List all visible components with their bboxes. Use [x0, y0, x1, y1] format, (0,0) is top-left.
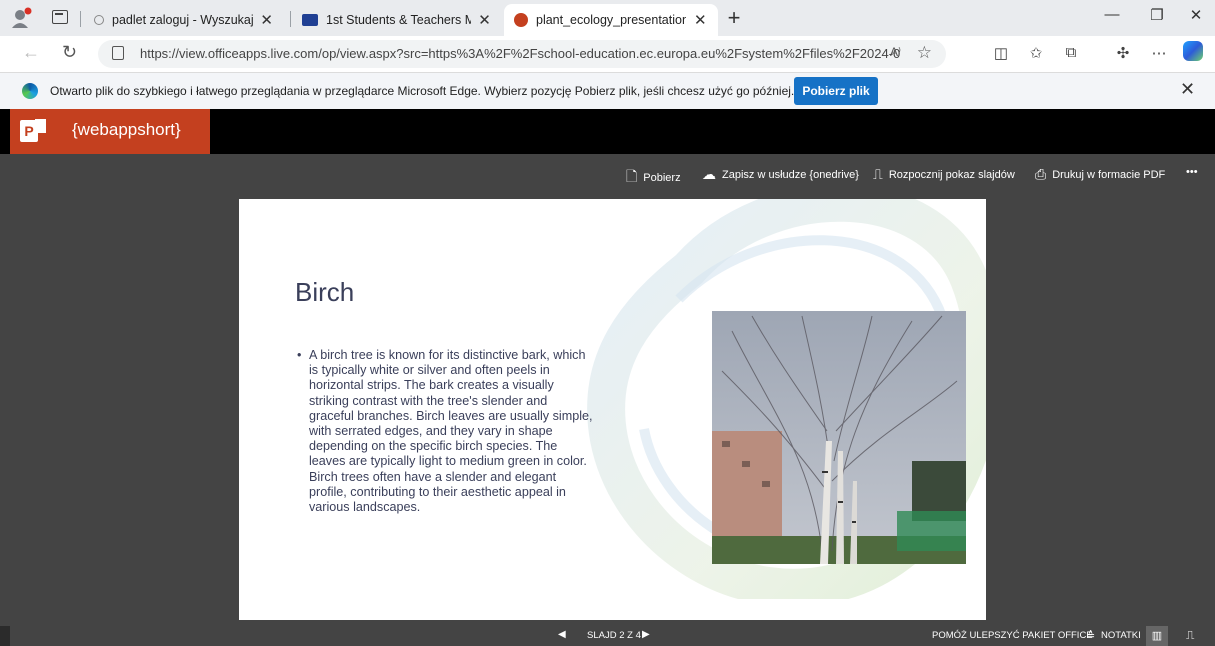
- tab-meeting[interactable]: 1st Students & Teachers Meeting ✕: [292, 4, 502, 36]
- close-info-bar-icon[interactable]: ✕: [1180, 79, 1195, 100]
- download-button[interactable]: 🗋 Pobierz: [626, 166, 681, 190]
- powerpoint-icon: [514, 13, 528, 27]
- info-message: Otwarto plik do szybkiego i łatwego prze…: [50, 84, 795, 98]
- save-onedrive-button[interactable]: ☁ Zapisz w usłudze {onedrive}: [702, 166, 859, 183]
- viewer-status-bar: ◀ SLAJD 2 Z 4 ▶ POMÓŻ ULEPSZYĆ PAKIET OF…: [10, 626, 1215, 646]
- viewer-toolbar: 🗋 Pobierz ☁ Zapisz w usłudze {onedrive} …: [0, 154, 1215, 192]
- tab-presentation[interactable]: plant_ecology_presentation_zsp ✕: [504, 4, 718, 36]
- tab-padlet[interactable]: padlet zaloguj - Wyszukaj ✕: [84, 4, 284, 36]
- slideshow-button[interactable]: ⎍ Rozpocznij pokaz slajdów: [873, 166, 1015, 183]
- restore-icon[interactable]: ❐: [1137, 6, 1177, 24]
- back-icon[interactable]: ←: [22, 42, 40, 63]
- browser-tab-strip: padlet zaloguj - Wyszukaj ✕ 1st Students…: [0, 0, 1215, 36]
- tab-separator: [80, 11, 81, 27]
- extensions-icon[interactable]: ✣: [1112, 44, 1134, 62]
- new-tab-button[interactable]: +: [720, 5, 748, 31]
- refresh-icon[interactable]: ↻: [62, 42, 77, 63]
- previous-slide-icon[interactable]: ◀: [558, 629, 566, 640]
- tab-actions-icon[interactable]: [52, 10, 68, 24]
- birch-tree-photo: [712, 311, 966, 564]
- app-name: {webappshort}: [72, 120, 181, 139]
- close-tab-icon[interactable]: ✕: [259, 11, 274, 29]
- site-info-icon[interactable]: [112, 46, 124, 60]
- edge-info-bar: Otwarto plik do szybkiego i łatwego prze…: [0, 72, 1215, 109]
- tab-title: 1st Students & Teachers Meeting: [326, 13, 472, 27]
- slide: Birch • A birch tree is known for its di…: [239, 199, 986, 620]
- more-icon[interactable]: ⋯: [1148, 44, 1170, 62]
- slideshow-view-icon[interactable]: ⎍: [1186, 628, 1194, 643]
- slide-counter: SLAJD 2 Z 4: [587, 630, 641, 641]
- minimize-icon[interactable]: —: [1092, 6, 1132, 23]
- edge-logo-icon: [22, 83, 38, 99]
- printer-icon: ⎙: [1035, 166, 1047, 182]
- slide-title: Birch: [295, 277, 355, 307]
- save-onedrive-label: Zapisz w usłudze {onedrive}: [722, 168, 859, 181]
- read-aloud-icon[interactable]: A⁾: [890, 45, 901, 59]
- notes-button[interactable]: NOTATKI: [1101, 630, 1141, 641]
- app-brand: P {webappshort}: [10, 109, 210, 154]
- close-tab-icon[interactable]: ✕: [692, 11, 708, 29]
- split-screen-icon[interactable]: ◫: [990, 44, 1012, 62]
- powerpoint-logo-icon: P: [20, 117, 48, 145]
- bullet-text: A birch tree is known for its distinctiv…: [309, 348, 593, 515]
- search-icon: [94, 15, 104, 25]
- collections-icon[interactable]: ⧉: [1060, 44, 1082, 61]
- copilot-icon[interactable]: [1183, 41, 1203, 61]
- favorites-icon[interactable]: ✩: [1025, 44, 1047, 62]
- print-pdf-label: Drukuj w formacie PDF: [1052, 168, 1166, 181]
- favorite-star-icon[interactable]: ☆: [917, 43, 932, 63]
- cloud-icon: ☁: [702, 166, 716, 182]
- slideshow-label: Rozpocznij pokaz slajdów: [888, 168, 1015, 181]
- more-options-button[interactable]: •••: [1186, 166, 1198, 178]
- close-window-icon[interactable]: ✕: [1176, 6, 1215, 24]
- download-file-button[interactable]: Pobierz plik: [794, 77, 878, 105]
- tab-title: plant_ecology_presentation_zsp: [536, 13, 687, 27]
- presentation-icon: ⎍: [873, 166, 883, 182]
- help-improve-office-link[interactable]: POMÓŻ ULEPSZYĆ PAKIET OFFICE: [932, 630, 1093, 641]
- download-file-icon: 🗋: [626, 168, 638, 184]
- slide-bullet-text: • A birch tree is known for its distinct…: [297, 348, 593, 515]
- download-label: Pobierz: [643, 172, 681, 184]
- reading-view-icon[interactable]: ▥: [1146, 626, 1168, 646]
- address-bar-row: ← ↻ https://view.officeapps.live.com/op/…: [0, 36, 1215, 72]
- bullet-dot: •: [297, 348, 302, 362]
- address-bar[interactable]: https://view.officeapps.live.com/op/view…: [98, 40, 946, 68]
- next-slide-icon[interactable]: ▶: [642, 629, 650, 640]
- url-text[interactable]: https://view.officeapps.live.com/op/view…: [140, 46, 900, 61]
- print-pdf-button[interactable]: ⎙ Drukuj w formacie PDF: [1035, 166, 1165, 183]
- office-header: P {webappshort}: [0, 109, 1215, 154]
- tab-separator: [290, 11, 291, 27]
- profile-icon[interactable]: [10, 7, 32, 29]
- tab-title: padlet zaloguj - Wyszukaj: [112, 13, 254, 27]
- eu-flag-icon: [302, 14, 318, 26]
- notes-icon[interactable]: ≙: [1086, 629, 1095, 642]
- close-tab-icon[interactable]: ✕: [477, 11, 492, 29]
